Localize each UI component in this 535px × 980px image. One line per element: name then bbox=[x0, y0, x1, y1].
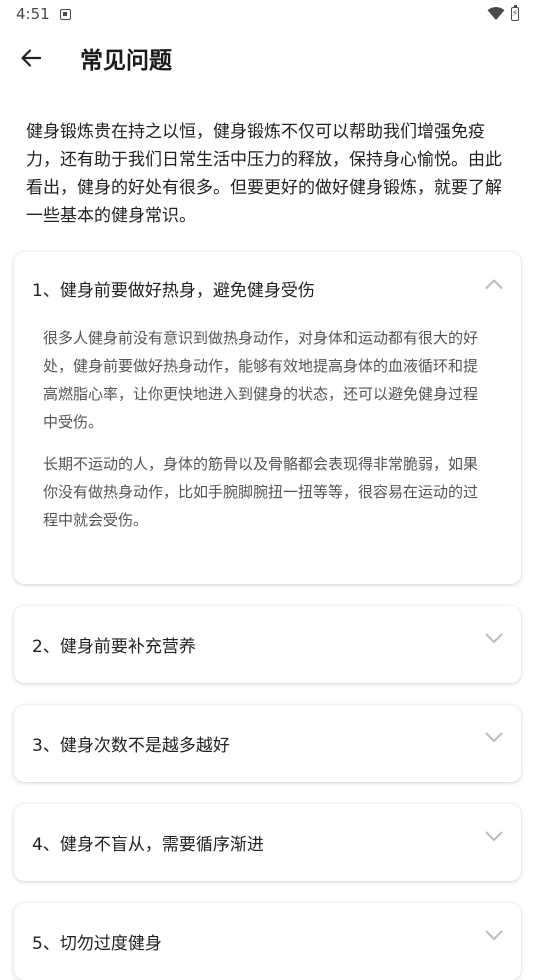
faq-card-3[interactable]: 3、健身次数不是越多越好 bbox=[14, 705, 521, 782]
faq-header-1[interactable]: 1、健身前要做好热身，避免健身受伤 bbox=[14, 252, 521, 324]
faq-answer-1: 很多人健身前没有意识到做热身动作，对身体和运动都有很大的好处，健身前要做好热身动… bbox=[14, 324, 521, 584]
faq-list: 1、健身前要做好热身，避免健身受伤 很多人健身前没有意识到做热身动作，对身体和运… bbox=[0, 252, 535, 980]
app-bar: 常见问题 bbox=[0, 28, 535, 88]
battery-charging-icon: ⚡ bbox=[511, 5, 519, 21]
notification-icon bbox=[59, 8, 71, 20]
chevron-down-icon[interactable] bbox=[485, 929, 503, 941]
faq-header-2[interactable]: 2、健身前要补充营养 bbox=[14, 606, 521, 683]
faq-card-2[interactable]: 2、健身前要补充营养 bbox=[14, 606, 521, 683]
chevron-down-icon[interactable] bbox=[485, 632, 503, 644]
chevron-down-icon[interactable] bbox=[485, 830, 503, 842]
faq-title: 5、切勿过度健身 bbox=[32, 934, 162, 954]
faq-card-5[interactable]: 5、切勿过度健身 bbox=[14, 903, 521, 980]
page-title: 常见问题 bbox=[80, 48, 172, 74]
wifi-icon bbox=[487, 7, 505, 20]
intro-text: 健身锻炼贵在持之以恒，健身锻炼不仅可以帮助我们增强免疫力，还有助于我们日常生活中… bbox=[26, 122, 502, 226]
status-icons: ⚡ bbox=[487, 5, 519, 21]
faq-card-4[interactable]: 4、健身不盲从，需要循序渐进 bbox=[14, 804, 521, 881]
status-bar: 4:51 ⚡ bbox=[0, 0, 535, 28]
faq-header-4[interactable]: 4、健身不盲从，需要循序渐进 bbox=[14, 804, 521, 881]
faq-answer-paragraph: 长期不运动的人，身体的筋骨以及骨骼都会表现得非常脆弱，如果你没有做热身动作，比如… bbox=[43, 455, 479, 529]
faq-header-5[interactable]: 5、切勿过度健身 bbox=[14, 903, 521, 980]
faq-title: 3、健身次数不是越多越好 bbox=[32, 736, 230, 756]
back-button[interactable] bbox=[19, 46, 43, 70]
faq-title: 2、健身前要补充营养 bbox=[32, 637, 196, 657]
faq-title: 4、健身不盲从，需要循序渐进 bbox=[32, 835, 264, 855]
faq-header-3[interactable]: 3、健身次数不是越多越好 bbox=[14, 705, 521, 782]
faq-card-1: 1、健身前要做好热身，避免健身受伤 很多人健身前没有意识到做热身动作，对身体和运… bbox=[14, 252, 521, 584]
faq-answer-paragraph: 很多人健身前没有意识到做热身动作，对身体和运动都有很大的好处，健身前要做好热身动… bbox=[43, 329, 479, 431]
faq-title: 1、健身前要做好热身，避免健身受伤 bbox=[32, 280, 315, 301]
chevron-up-icon[interactable] bbox=[485, 278, 503, 290]
back-arrow-icon bbox=[21, 49, 41, 67]
status-time: 4:51 bbox=[16, 5, 50, 23]
chevron-down-icon[interactable] bbox=[485, 731, 503, 743]
